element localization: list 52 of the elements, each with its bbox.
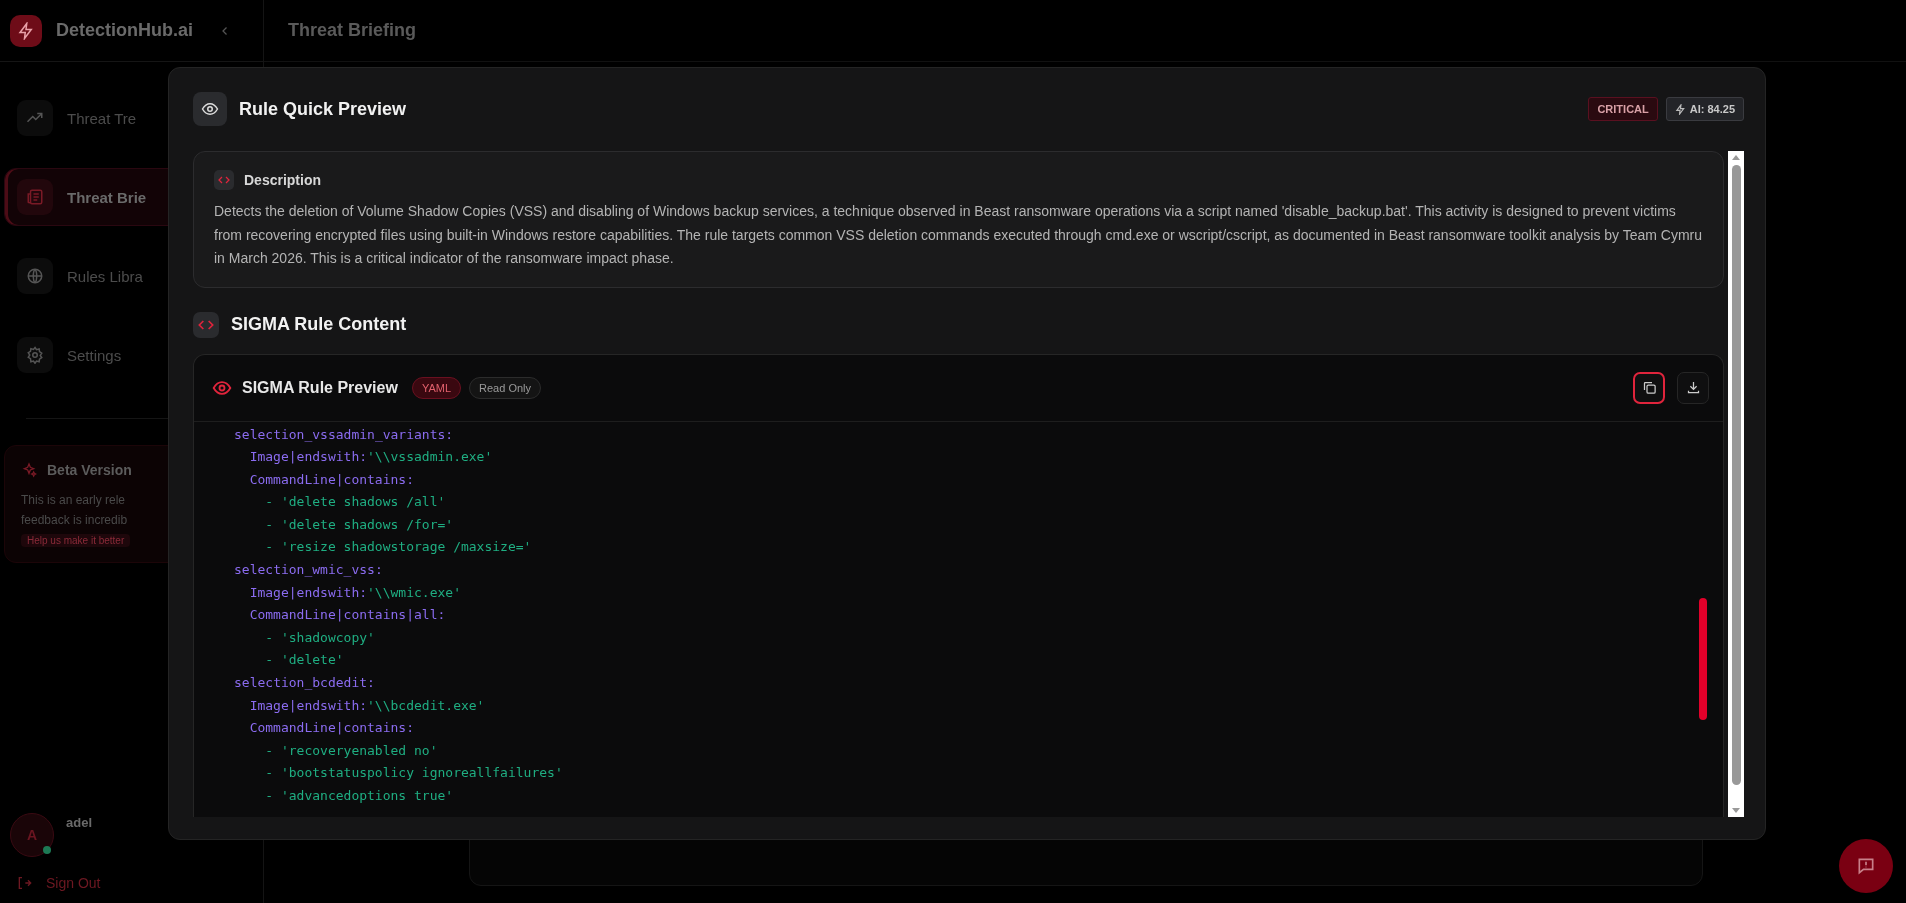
ai-score-badge: AI: 84.25	[1665, 97, 1744, 121]
code-icon	[193, 311, 219, 338]
feedback-button[interactable]	[1839, 839, 1893, 893]
feedback-link[interactable]: Help us make it better	[21, 534, 131, 547]
code-line: selection_bcdedit:	[234, 674, 376, 693]
severity-badge: CRITICAL	[1588, 97, 1658, 121]
code-line: - 'recoveryenabled no'	[264, 741, 439, 760]
code-line: Image|endswith:'\\wmic.exe'	[248, 583, 462, 602]
eye-icon	[193, 92, 227, 126]
tag: Read Only	[469, 376, 542, 399]
code-line: selection_wmic_vss:	[234, 561, 384, 580]
sign-out-icon	[16, 875, 32, 891]
beta-title: Beta Version	[47, 462, 132, 478]
copy-icon	[1641, 380, 1657, 395]
download-button[interactable]	[1677, 371, 1709, 404]
user-avatar: A	[10, 813, 54, 857]
code-line: - 'advancedoptions true'	[264, 787, 455, 805]
code-line: CommandLine|contains:	[248, 719, 415, 738]
code-line: - 'shadowcopy'	[264, 628, 376, 647]
newspaper-icon	[26, 188, 44, 206]
code-line: - 'delete'	[264, 651, 345, 670]
code-line: CommandLine|contains|all:	[248, 606, 447, 625]
sign-out-button[interactable]: Sign Out	[0, 875, 263, 891]
download-icon	[1685, 380, 1701, 395]
copy-button[interactable]	[1633, 371, 1665, 404]
code-icon	[214, 170, 234, 190]
code-line: Image|endswith:'\\vssadmin.exe'	[248, 448, 494, 467]
scrollbar-thumb[interactable]	[1699, 597, 1707, 720]
code-line: - 'bootstatuspolicy ignoreallfailures'	[264, 764, 564, 783]
code-line: Image|endswith:'\\bcdedit.exe'	[248, 696, 486, 715]
app-logo	[10, 14, 42, 47]
sparkles-icon	[21, 462, 37, 478]
editor-title: SIGMA Rule Preview	[242, 378, 398, 397]
code-line: - 'delete shadows /for='	[264, 515, 455, 534]
modal-title: Rule Quick Preview	[239, 98, 407, 120]
beta-text: This is an early rele	[21, 492, 127, 509]
settings-icon	[26, 346, 44, 364]
section-title: SIGMA Rule Content	[231, 314, 407, 335]
scroll-up-icon[interactable]	[1731, 153, 1741, 161]
code-line: - 'resize shadowstorage /maxsize='	[264, 538, 533, 557]
user-name: adel	[66, 815, 92, 830]
scroll-down-icon[interactable]	[1731, 807, 1741, 815]
scrollbar[interactable]	[1728, 151, 1744, 817]
message-alert-icon	[1856, 856, 1876, 876]
code-line: - 'delete shadows /all'	[264, 493, 447, 512]
code-line: selection_vssadmin_variants:	[234, 425, 455, 444]
code-line: CommandLine|contains:	[248, 470, 415, 489]
app-name: DetectionHub.ai	[56, 20, 194, 41]
beta-text: feedback is incredib	[21, 512, 129, 529]
tag: YAML	[411, 376, 462, 399]
globe-icon	[26, 267, 44, 285]
page-title: Threat Briefing	[288, 20, 416, 41]
